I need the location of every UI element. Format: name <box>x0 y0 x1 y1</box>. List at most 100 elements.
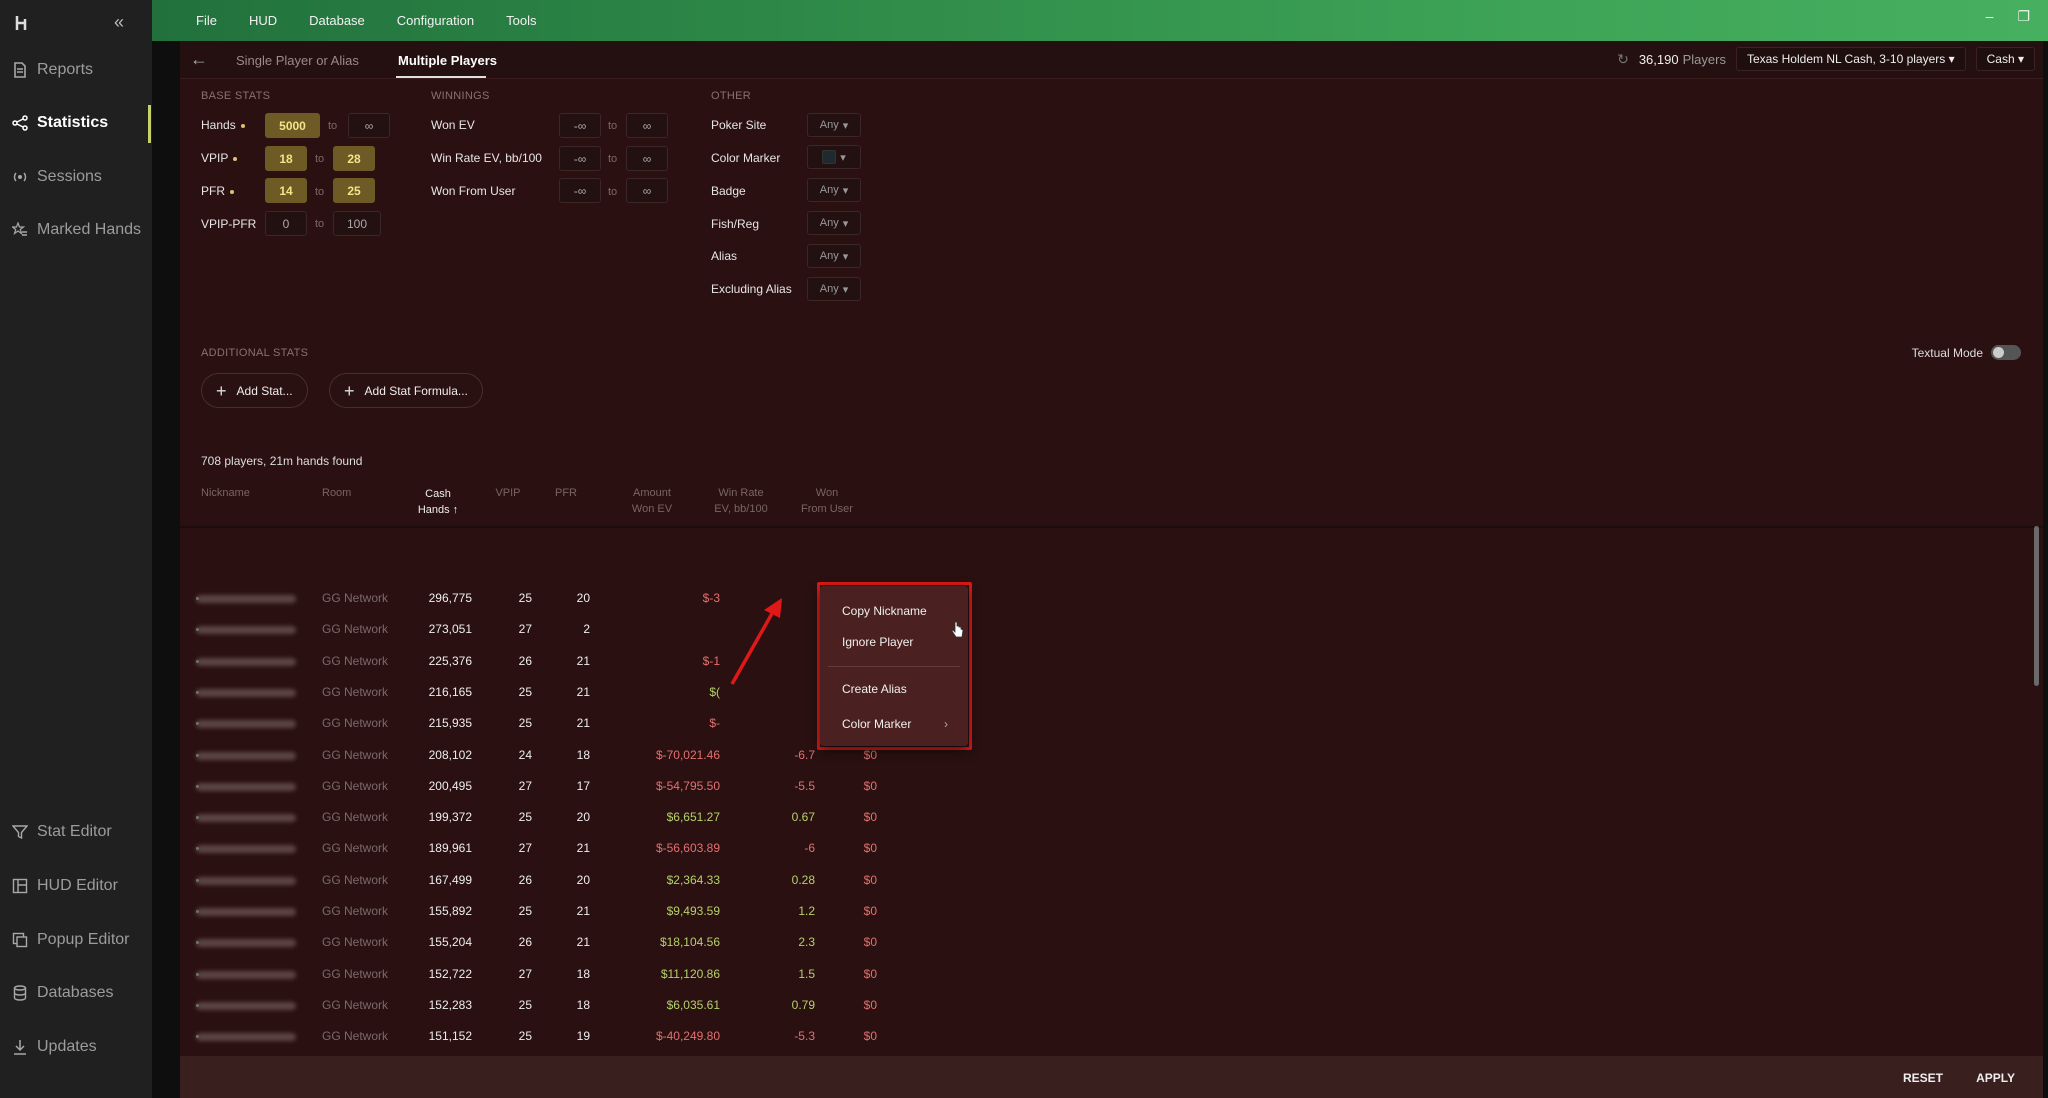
collapse-sidebar-icon[interactable]: « <box>114 12 124 33</box>
menu-hud[interactable]: HUD <box>233 13 293 28</box>
table-row[interactable]: GG Network216,1652521$($0 <box>180 677 2043 708</box>
vpip-cell: 25 <box>518 810 532 825</box>
room-cell: GG Network <box>322 997 389 1012</box>
won-from-user-cell: $0 <box>863 778 877 793</box>
hands-max-input[interactable]: ∞ <box>348 113 390 138</box>
vpip-pfr-max-input[interactable]: 100 <box>333 211 381 236</box>
hands-cell: 151,152 <box>428 1029 472 1044</box>
vpip-cell: 25 <box>518 684 532 699</box>
textual-mode-toggle[interactable] <box>1991 345 2021 360</box>
add-stat-formula-button[interactable]: + Add Stat Formula... <box>329 373 483 408</box>
type-filter-dropdown[interactable]: Cash ▾ <box>1975 47 2035 71</box>
tab-multiple-players[interactable]: Multiple Players <box>398 53 497 68</box>
vpip-pfr-min-input[interactable]: 0 <box>265 211 307 236</box>
table-row[interactable]: GG Network 167,499 26 20 $2,364.33 0.28 $0 <box>180 865 2043 896</box>
sidebar-item-marked-hands[interactable]: Marked Hands <box>12 215 152 245</box>
won-from-user-min-input[interactable]: -∞ <box>559 178 601 203</box>
to-label: to <box>328 120 338 132</box>
col-room[interactable]: Room <box>322 485 351 501</box>
sidebar-item-reports[interactable]: Reports <box>12 55 152 85</box>
hands-cell: 225,376 <box>428 653 472 668</box>
table-row[interactable]: GG Network 152,722 27 18 $11,120.86 1.5 $0 <box>180 959 2043 990</box>
pfr-cell: 21 <box>576 653 590 668</box>
table-row[interactable]: GG Network 151,152 25 19 $-40,249.80 -5.3 $0 <box>180 1021 2043 1052</box>
pfr-cell: 21 <box>576 904 590 918</box>
fish-reg-dropdown[interactable]: Any ▾ <box>807 211 861 235</box>
nickname-blurred <box>196 1001 296 1010</box>
menu-bar: File HUD Database Configuration Tools <box>180 0 552 41</box>
menu-database[interactable]: Database <box>293 13 381 28</box>
pfr-label: PFR <box>201 184 234 198</box>
menu-item-copy-nickname[interactable]: Copy Nickname <box>842 604 927 618</box>
win-rate-max-input[interactable]: ∞ <box>626 146 668 171</box>
pfr-cell: 20 <box>576 591 590 605</box>
col-vpip[interactable]: VPIP <box>488 485 528 501</box>
room-cell: GG Network <box>322 778 389 793</box>
sidebar-item-sessions[interactable]: Sessions <box>12 162 152 192</box>
table-row[interactable]: GG Network 200,495 27 17 $-54,795.50 -5.5 $0 <box>180 771 2043 802</box>
won-from-user-cell: $0 <box>863 810 877 825</box>
vpip-min-input[interactable]: 18 <box>265 146 307 171</box>
tab-single-player[interactable]: Single Player or Alias <box>236 53 359 68</box>
game-filter-dropdown[interactable]: Texas Holdem NL Cash, 3-10 players ▾ <box>1735 47 1966 71</box>
apply-button[interactable]: APPLY <box>1976 1071 2015 1085</box>
table-row[interactable]: GG Network 189,961 27 21 $-56,603.89 -6 $0 <box>180 833 2043 864</box>
vpip-cell: 26 <box>518 653 532 668</box>
table-row[interactable]: GG Network273,051272$0 <box>180 614 2043 645</box>
back-arrow-icon[interactable]: ← <box>190 49 208 70</box>
won-ev-min-input[interactable]: -∞ <box>559 113 601 138</box>
alias-dropdown[interactable]: Any ▾ <box>807 244 861 268</box>
table-row[interactable]: GG Network 199,372 25 20 $6,651.27 0.67 $0 <box>180 802 2043 833</box>
poker-site-dropdown[interactable]: Any ▾ <box>807 113 861 137</box>
sidebar-item-stat-editor[interactable]: Stat Editor <box>12 817 152 847</box>
pfr-min-input[interactable]: 14 <box>265 178 307 203</box>
win-rate-min-input[interactable]: -∞ <box>559 146 601 171</box>
table-row[interactable]: GG Network296,7752520$-3$0 <box>180 583 2043 614</box>
minimize-icon[interactable]: – <box>1986 8 1994 25</box>
menu-item-create-alias[interactable]: Create Alias <box>842 682 907 696</box>
menu-file[interactable]: File <box>180 13 233 28</box>
menu-configuration[interactable]: Configuration <box>381 13 490 28</box>
col-win-rate[interactable]: Win Rate EV, bb/100 <box>701 485 781 517</box>
won-ev-max-input[interactable]: ∞ <box>626 113 668 138</box>
vpip-max-input[interactable]: 28 <box>333 146 375 171</box>
sidebar-item-popup-editor[interactable]: Popup Editor <box>12 925 152 955</box>
col-won-from-user[interactable]: Won From User <box>792 485 862 517</box>
nickname-blurred <box>196 845 296 854</box>
table-row[interactable]: GG Network 208,102 24 18 $-70,021.46 -6.7 $0 <box>180 740 2043 771</box>
won-from-user-cell: $0 <box>863 935 877 950</box>
pfr-max-input[interactable]: 25 <box>333 178 375 203</box>
maximize-icon[interactable]: ❐ <box>2017 8 2030 25</box>
table-row[interactable]: GG Network225,3762621$-1$0 <box>180 646 2043 677</box>
reset-button[interactable]: RESET <box>1903 1071 1943 1085</box>
mouse-cursor-icon <box>951 621 965 644</box>
sidebar-item-hud-editor[interactable]: HUD Editor <box>12 871 152 901</box>
badge-dropdown[interactable]: Any ▾ <box>807 178 861 202</box>
refresh-icon[interactable]: ↻ <box>1617 51 1629 68</box>
menu-tools[interactable]: Tools <box>490 13 552 28</box>
amount-won-ev-cell: $9,493.59 <box>666 904 720 918</box>
menu-item-ignore-player[interactable]: Ignore Player <box>842 635 913 649</box>
sidebar-item-updates[interactable]: Updates <box>12 1032 152 1062</box>
won-from-user-max-input[interactable]: ∞ <box>626 178 668 203</box>
room-cell: GG Network <box>322 841 389 856</box>
col-nickname[interactable]: Nickname <box>201 485 250 501</box>
table-row[interactable]: GG Network 155,204 26 21 $18,104.56 2.3 $0 <box>180 927 2043 958</box>
excluding-alias-dropdown[interactable]: Any ▾ <box>807 277 861 301</box>
scrollbar[interactable] <box>2034 526 2039 686</box>
color-marker-dropdown[interactable]: ▾ <box>807 145 861 169</box>
table-row[interactable]: GG Network 152,283 25 18 $6,035.61 0.79 $0 <box>180 990 2043 1021</box>
table-row[interactable]: GG Network215,9352521$-$0 <box>180 708 2043 739</box>
col-amount-won-ev[interactable]: Amount Won EV <box>612 485 692 517</box>
col-cash-hands[interactable]: Cash Hands ↑ <box>408 486 468 518</box>
won-from-user-cell: $0 <box>863 1029 877 1044</box>
amount-won-ev-cell: $-1 <box>702 653 720 668</box>
hands-min-input[interactable]: 5000 <box>265 113 320 138</box>
table-row[interactable]: GG Network 155,892 25 21 $9,493.59 1.2 $0 <box>180 896 2043 927</box>
col-pfr[interactable]: PFR <box>546 485 586 501</box>
sidebar-item-statistics[interactable]: Statistics <box>12 108 152 138</box>
add-stat-button[interactable]: + Add Stat... <box>201 373 308 408</box>
hands-cell: 199,372 <box>428 810 472 825</box>
sidebar-item-databases[interactable]: Databases <box>12 978 152 1008</box>
menu-item-color-marker[interactable]: Color Marker › <box>842 717 948 731</box>
